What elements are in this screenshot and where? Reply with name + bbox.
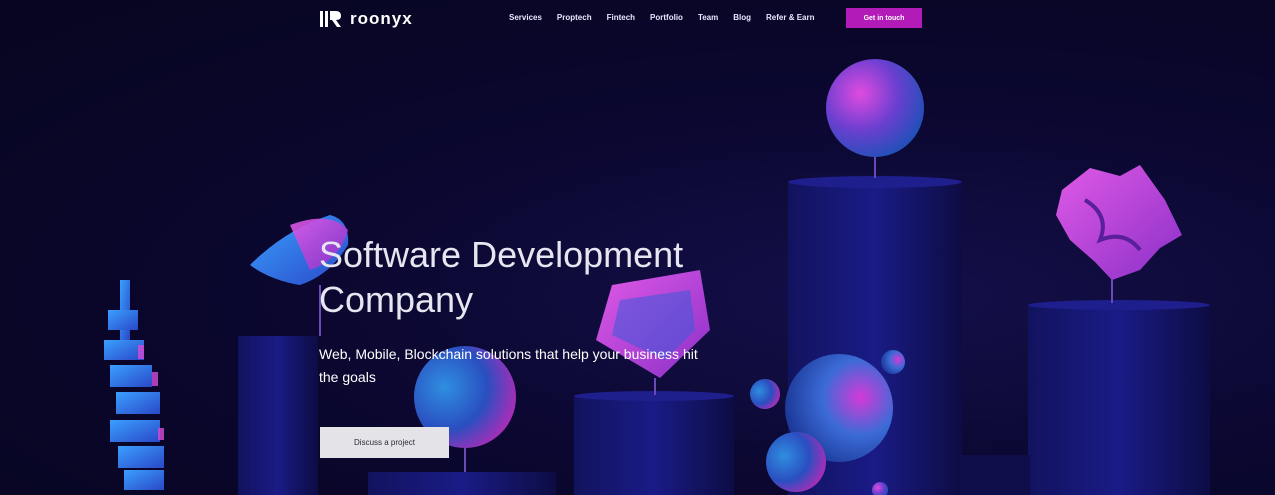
main-nav: Services Proptech Fintech Portfolio Team… bbox=[509, 13, 830, 22]
nav-services[interactable]: Services bbox=[509, 13, 542, 22]
hero-title: Software Development Company bbox=[319, 234, 684, 320]
nav-blog[interactable]: Blog bbox=[733, 13, 751, 22]
nav-team[interactable]: Team bbox=[698, 13, 718, 22]
discuss-project-button[interactable]: Discuss a project bbox=[320, 427, 449, 458]
nav-portfolio[interactable]: Portfolio bbox=[650, 13, 683, 22]
site-logo[interactable]: roonyx bbox=[320, 9, 413, 29]
logo-text: roonyx bbox=[350, 9, 413, 28]
hero-section: roonyx Services Proptech Fintech Portfol… bbox=[0, 0, 1275, 495]
roonyx-logo-icon bbox=[320, 11, 341, 27]
nav-refer-earn[interactable]: Refer & Earn bbox=[766, 13, 814, 22]
get-in-touch-button[interactable]: Get in touch bbox=[846, 8, 922, 28]
nav-proptech[interactable]: Proptech bbox=[557, 13, 592, 22]
site-header: roonyx Services Proptech Fintech Portfol… bbox=[0, 0, 1275, 36]
nav-fintech[interactable]: Fintech bbox=[607, 13, 635, 22]
hero-subtitle: Web, Mobile, Blockchain solutions that h… bbox=[319, 346, 698, 385]
